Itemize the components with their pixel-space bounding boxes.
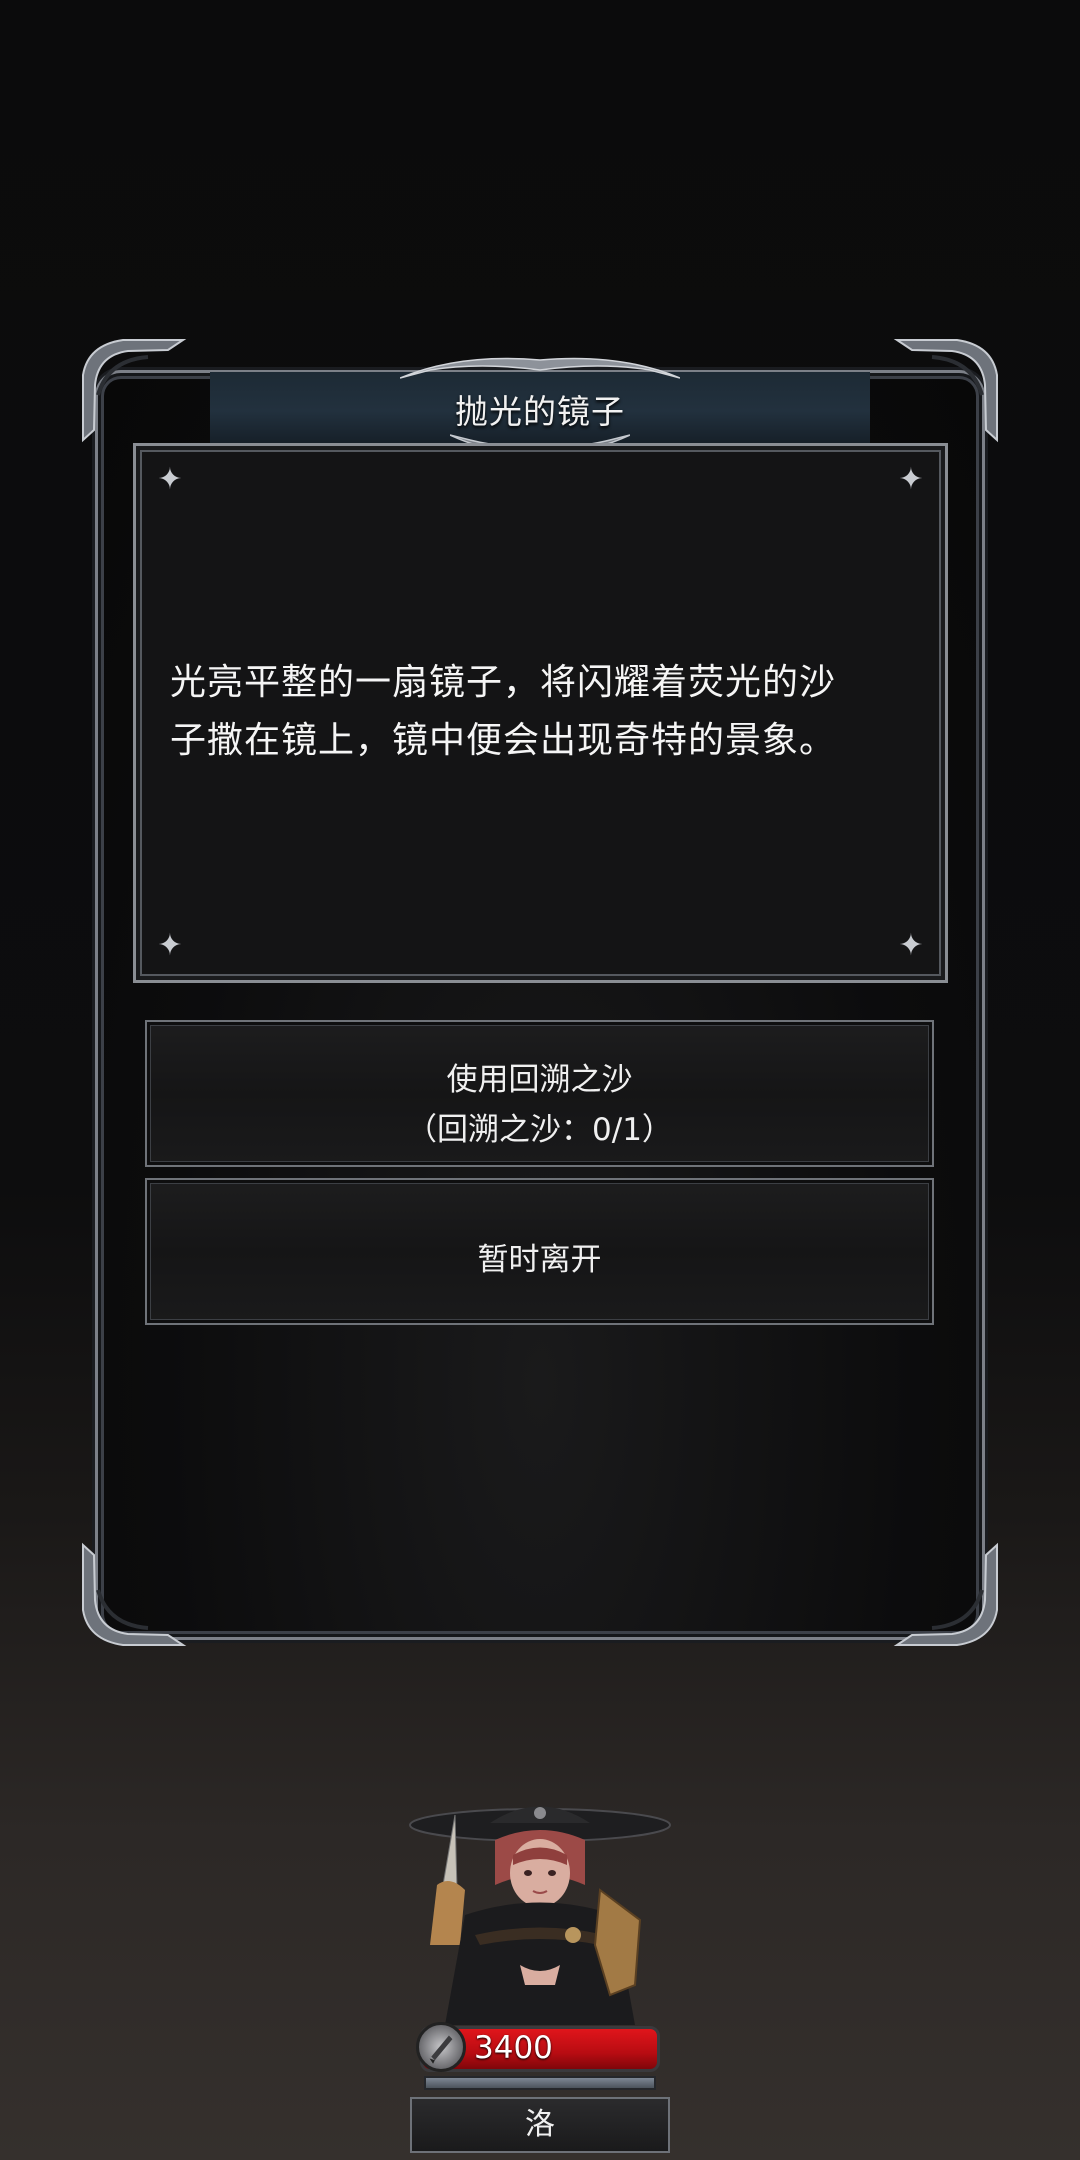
- frame-ornament-icon: [892, 1540, 1002, 1650]
- description-panel: ✦ ✦ ✦ ✦ 光亮平整的一扇镜子，将闪耀着荧光的沙 子撒在镜上，镜中便会出现奇…: [133, 443, 948, 983]
- leave-option-button[interactable]: 暂时离开: [145, 1178, 934, 1325]
- sparkle-icon: ✦: [157, 462, 183, 497]
- title-crest-icon: [399, 348, 681, 388]
- sword-icon: [416, 2022, 466, 2072]
- description-line: 光亮平整的一扇镜子，将闪耀着荧光的沙: [170, 662, 837, 703]
- sparkle-icon: ✦: [157, 928, 183, 963]
- frame-ornament-icon: [892, 335, 1002, 445]
- sparkle-icon: ✦: [898, 928, 924, 963]
- hp-value: 3400: [474, 2030, 553, 2066]
- description-text: 光亮平整的一扇镜子，将闪耀着荧光的沙 子撒在镜上，镜中便会出现奇特的景象。: [170, 654, 915, 770]
- character-name-plate[interactable]: 洛: [410, 2097, 670, 2153]
- game-screen: 抛光的镜子 ✦ ✦ ✦ ✦ 光亮平整的一扇镜子，将闪耀着荧光的沙 子撒在镜上，镜…: [0, 0, 1080, 2160]
- sparkle-icon: ✦: [898, 462, 924, 497]
- dialog-title: 抛光的镜子: [455, 392, 625, 431]
- option-label: 使用回溯之沙: [446, 1062, 633, 1098]
- use-sand-option-button[interactable]: 使用回溯之沙 （回溯之沙：0/1）: [145, 1020, 934, 1167]
- option-label: 暂时离开: [477, 1242, 602, 1278]
- description-line: 子撒在镜上，镜中便会出现奇特的景象。: [170, 720, 837, 761]
- frame-ornament-icon: [78, 1540, 188, 1650]
- option-sublabel: （回溯之沙：0/1）: [406, 1112, 673, 1148]
- character-portrait[interactable]: [395, 1795, 685, 2025]
- frame-ornament-icon: [78, 335, 188, 445]
- secondary-bar: [424, 2076, 656, 2090]
